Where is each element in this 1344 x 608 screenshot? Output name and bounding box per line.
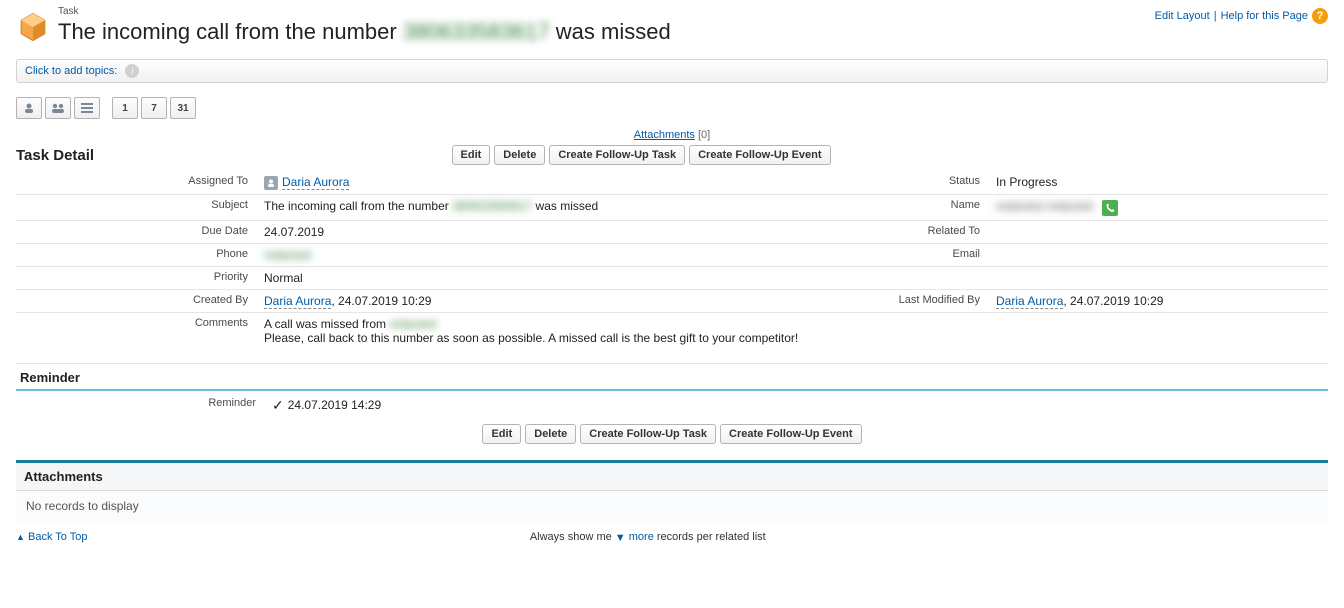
add-topics-link[interactable]: Click to add topics: — [25, 65, 117, 77]
redacted-number: 380633583617 — [452, 199, 532, 213]
single-user-view-button[interactable] — [16, 97, 42, 119]
redacted-number: redacted — [389, 317, 436, 331]
subject-label: Subject — [16, 195, 256, 221]
view-mode-group — [16, 97, 100, 119]
create-follow-up-event-button-bottom[interactable]: Create Follow-Up Event — [720, 424, 861, 444]
create-follow-up-task-button-bottom[interactable]: Create Follow-Up Task — [580, 424, 716, 444]
list-view-button[interactable] — [74, 97, 100, 119]
assigned-to-user-link[interactable]: Daria Aurora — [282, 175, 349, 190]
day-view-button[interactable]: 1 — [112, 97, 138, 119]
reminder-section-header: Reminder — [16, 363, 1328, 391]
created-by-value: Daria Aurora, 24.07.2019 10:29 — [256, 290, 828, 313]
attachments-title: Attachments — [16, 463, 1328, 491]
month-view-button[interactable]: 31 — [170, 97, 196, 119]
attachments-anchor-link[interactable]: Attachments — [634, 129, 695, 141]
phone-value: redacted — [256, 244, 828, 267]
week-view-button[interactable]: 7 — [141, 97, 167, 119]
checkmark-icon: ✓ — [272, 397, 284, 413]
task-detail-table: Assigned To Daria Aurora Status In Progr… — [16, 171, 1328, 349]
call-icon[interactable] — [1102, 200, 1118, 216]
email-label: Email — [828, 244, 988, 267]
related-to-value — [988, 221, 1328, 244]
attachments-count: [0] — [698, 129, 710, 141]
phone-label: Phone — [16, 244, 256, 267]
comments-value: A call was missed from redacted Please, … — [256, 313, 1328, 350]
task-object-icon — [16, 10, 50, 44]
redacted-number: 380633583617 — [403, 19, 550, 44]
created-by-user-link[interactable]: Daria Aurora — [264, 294, 331, 309]
chevron-up-icon: ▲ — [16, 532, 25, 542]
reminder-label: Reminder — [16, 397, 272, 414]
reminder-value: ✓24.07.2019 14:29 — [272, 397, 381, 414]
last-modified-by-label: Last Modified By — [828, 290, 988, 313]
page-header-right: Edit Layout | Help for this Page ? — [1155, 6, 1328, 24]
attachments-related-list: Attachments No records to display — [16, 460, 1328, 521]
person-icon — [264, 176, 278, 190]
more-records-link[interactable]: more — [629, 531, 654, 543]
last-modified-by-value: Daria Aurora, 24.07.2019 10:29 — [988, 290, 1328, 313]
info-icon[interactable]: i — [125, 64, 139, 78]
calendar-range-group: 1 7 31 — [112, 97, 196, 119]
topics-bar: Click to add topics: i — [16, 59, 1328, 83]
footer-paging-text: Always show me ▼ more records per relate… — [88, 531, 1208, 543]
subject-value: The incoming call from the number 380633… — [256, 195, 828, 221]
create-follow-up-event-button[interactable]: Create Follow-Up Event — [689, 145, 830, 165]
detail-button-group: Edit Delete Create Follow-Up Task Create… — [94, 145, 1188, 165]
name-label: Name — [828, 195, 988, 221]
create-follow-up-task-button[interactable]: Create Follow-Up Task — [549, 145, 685, 165]
page-title: The incoming call from the number 380633… — [58, 19, 671, 45]
object-type-label: Task — [58, 6, 671, 17]
priority-value: Normal — [256, 267, 828, 290]
created-by-label: Created By — [16, 290, 256, 313]
reminder-row: Reminder ✓24.07.2019 14:29 — [16, 391, 1328, 424]
comments-label: Comments — [16, 313, 256, 350]
name-value: redacted redacted — [988, 195, 1328, 221]
redacted-name: redacted redacted — [996, 199, 1093, 213]
page-header-left: Task The incoming call from the number 3… — [16, 6, 1155, 45]
delete-button[interactable]: Delete — [494, 145, 545, 165]
delete-button-bottom[interactable]: Delete — [525, 424, 576, 444]
bottom-button-group: Edit Delete Create Follow-Up Task Create… — [16, 424, 1328, 444]
due-date-value: 24.07.2019 — [256, 221, 828, 244]
detail-section-title: Task Detail — [16, 147, 94, 164]
detail-section-header: Task Detail Edit Delete Create Follow-Up… — [16, 145, 1328, 165]
email-value — [988, 244, 1328, 267]
redacted-phone: redacted — [264, 248, 311, 262]
priority-label: Priority — [16, 267, 256, 290]
related-to-label: Related To — [828, 221, 988, 244]
edit-button[interactable]: Edit — [452, 145, 491, 165]
last-modified-by-user-link[interactable]: Daria Aurora — [996, 294, 1063, 309]
multi-user-view-button[interactable] — [45, 97, 71, 119]
back-to-top-link[interactable]: ▲ Back To Top — [16, 531, 88, 543]
status-value: In Progress — [988, 171, 1328, 195]
attachments-jump-link: Attachments [0] — [16, 129, 1328, 141]
help-icon[interactable]: ? — [1312, 8, 1328, 24]
edit-button-bottom[interactable]: Edit — [482, 424, 521, 444]
due-date-label: Due Date — [16, 221, 256, 244]
triangle-down-icon: ▼ — [615, 532, 626, 544]
edit-layout-link[interactable]: Edit Layout — [1155, 10, 1210, 22]
attachments-empty: No records to display — [16, 491, 1328, 521]
page-footer: ▲ Back To Top Always show me ▼ more reco… — [16, 531, 1328, 543]
status-label: Status — [828, 171, 988, 195]
help-link[interactable]: Help for this Page — [1221, 10, 1308, 22]
view-toolbar: 1 7 31 — [16, 97, 1328, 119]
page-header: Task The incoming call from the number 3… — [16, 6, 1328, 45]
assigned-to-label: Assigned To — [16, 171, 256, 195]
